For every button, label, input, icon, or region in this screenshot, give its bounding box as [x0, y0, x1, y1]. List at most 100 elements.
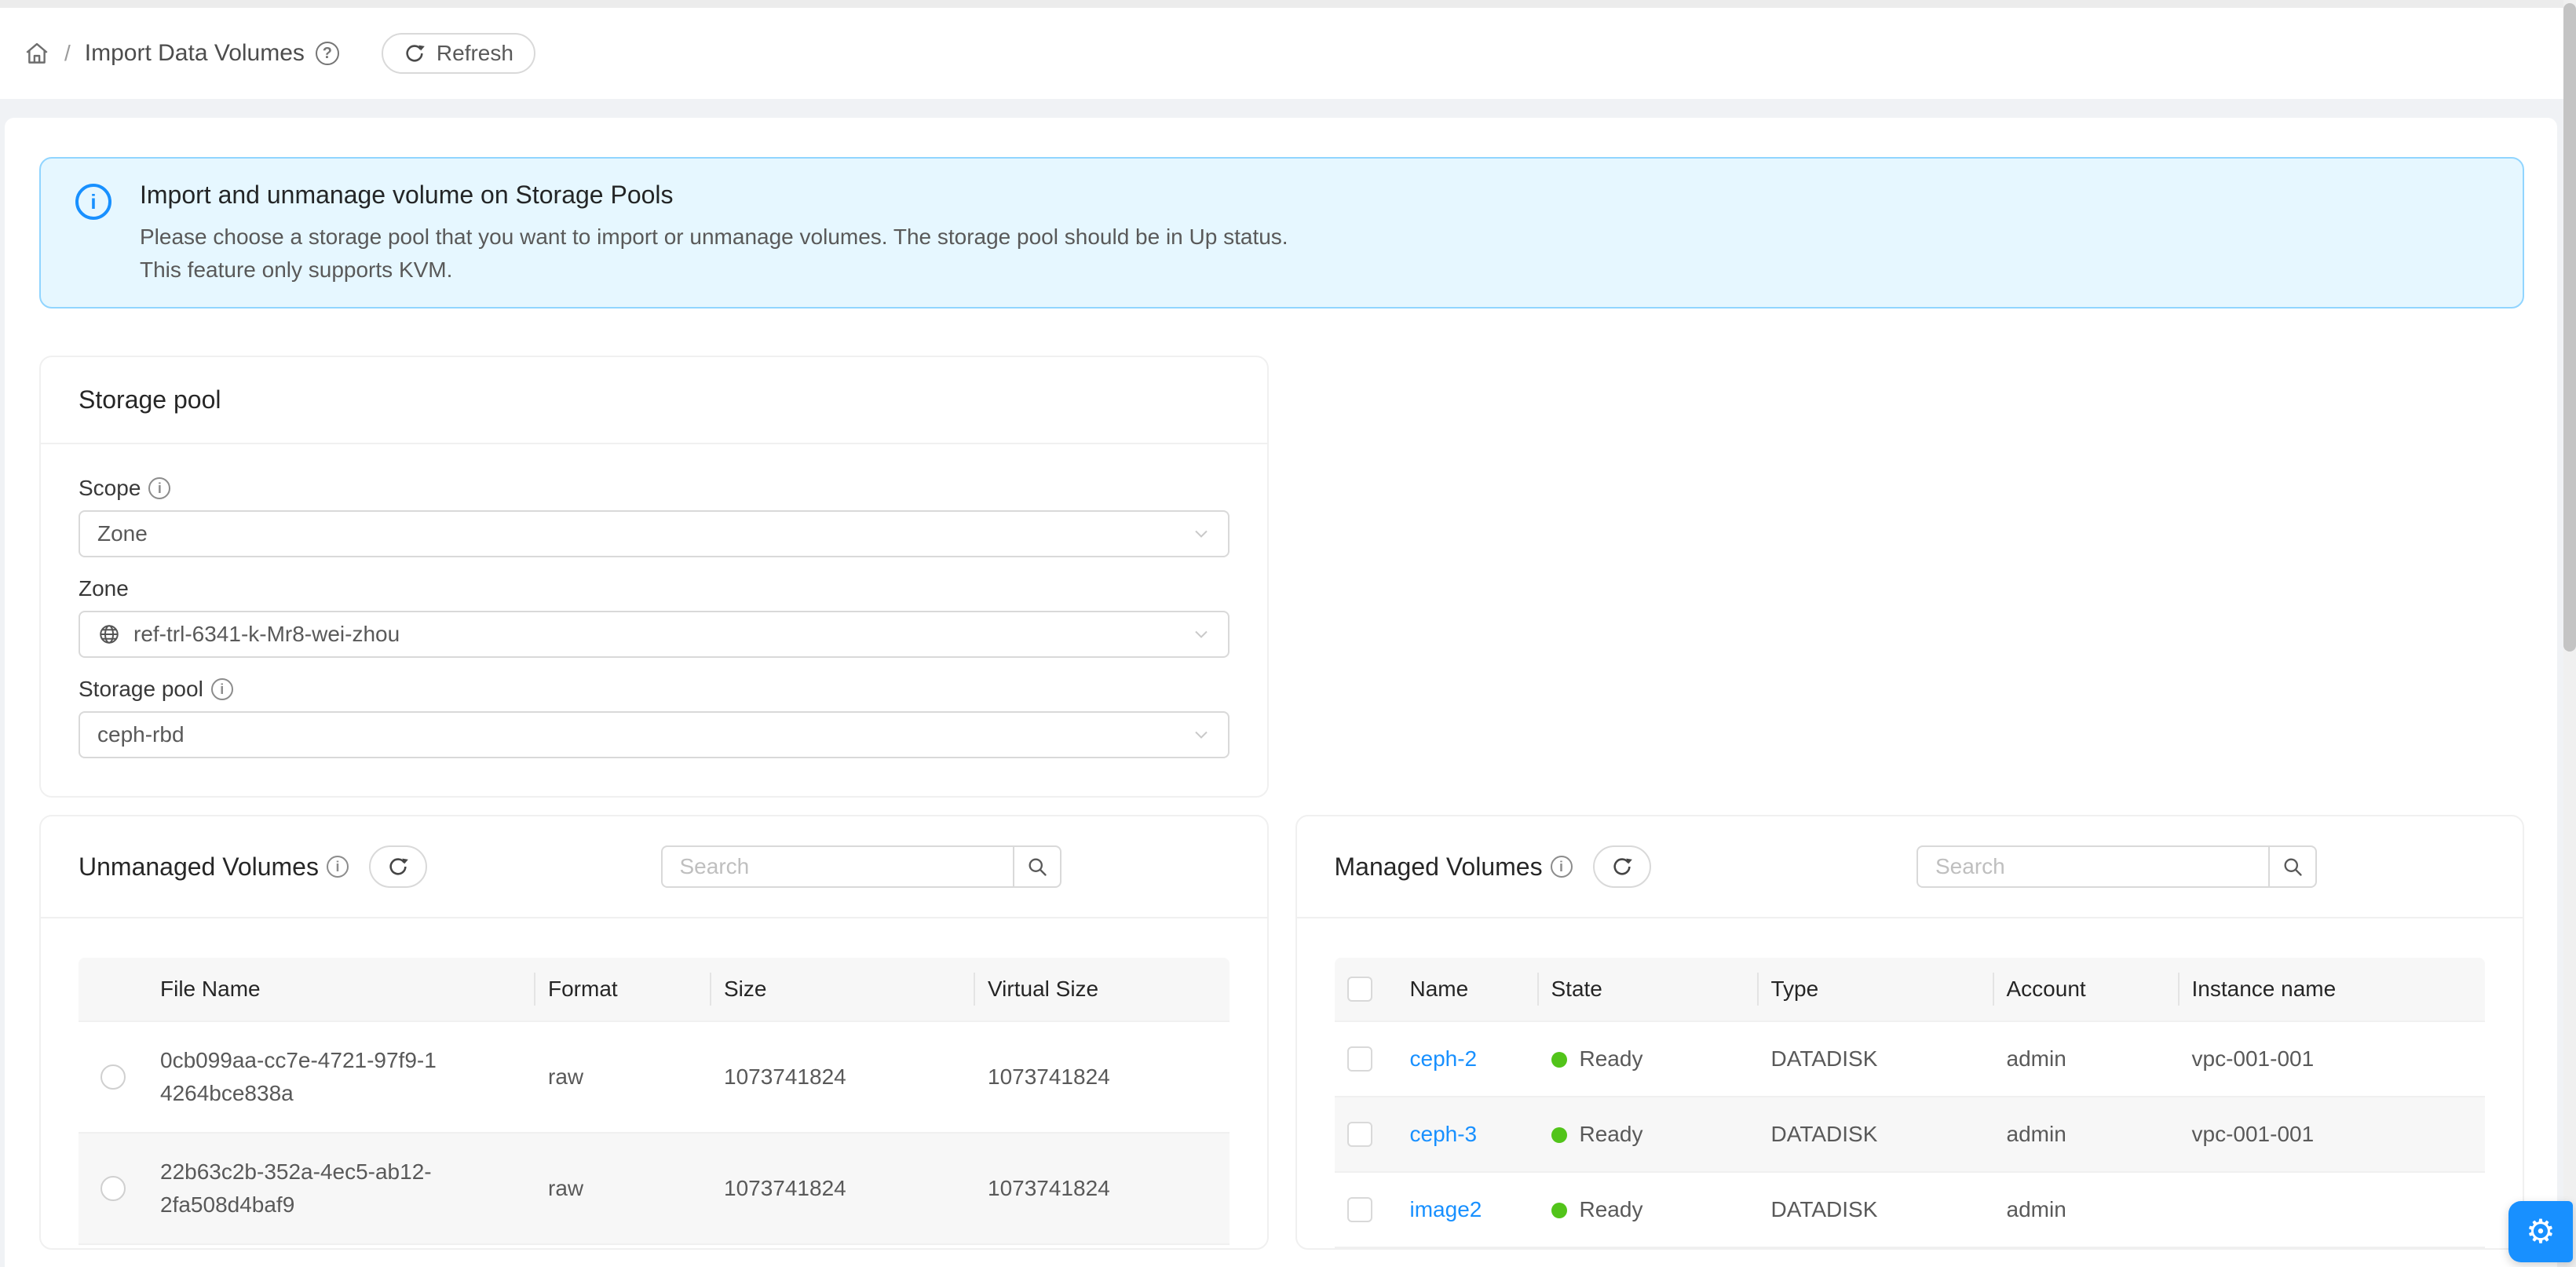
- managed-search: [1916, 845, 2317, 888]
- unmanaged-panel-body: File Name Format Size Virtual Size 0cb09…: [41, 918, 1267, 1245]
- row-radio[interactable]: [100, 1064, 126, 1090]
- row-checkbox[interactable]: [1347, 1046, 1372, 1072]
- column-header-format: Format: [535, 958, 711, 1021]
- page: / Import Data Volumes ? Refresh i Import…: [0, 0, 2576, 1267]
- pool-label: Storage pool: [79, 677, 203, 702]
- scrollbar[interactable]: [2563, 0, 2576, 1267]
- column-header-state: State: [1539, 958, 1759, 1021]
- table-row: image2 Ready DATADISK admin: [1335, 1172, 2486, 1247]
- volume-name-link[interactable]: ceph-2: [1410, 1046, 1478, 1071]
- reload-icon: [404, 42, 426, 64]
- virtual-size-cell: 1073741824: [975, 1021, 1230, 1133]
- pool-info-icon[interactable]: i: [211, 678, 233, 700]
- unmanaged-volumes-panel: Unmanaged Volumes i: [39, 815, 1269, 1250]
- gear-icon: ⚙︎: [2526, 1215, 2556, 1248]
- status-dot: [1551, 1052, 1567, 1068]
- row-checkbox[interactable]: [1347, 1197, 1372, 1222]
- scope-label: Scope: [79, 476, 141, 501]
- home-icon[interactable]: [24, 40, 50, 67]
- top-strip: [0, 0, 2576, 8]
- help-icon[interactable]: ?: [316, 42, 339, 65]
- scrollbar-thumb[interactable]: [2563, 3, 2576, 652]
- storage-pool-card-body: Scope i Zone Zone: [41, 444, 1267, 796]
- volume-name-link[interactable]: image2: [1410, 1197, 1482, 1221]
- zone-field-label: Zone: [79, 576, 1230, 601]
- refresh-button[interactable]: Refresh: [382, 33, 535, 74]
- unmanaged-refresh-button[interactable]: [369, 845, 427, 888]
- unmanaged-table-header-row: File Name Format Size Virtual Size: [79, 958, 1230, 1021]
- managed-volumes-panel: Managed Volumes i: [1295, 815, 2525, 1250]
- row-radio[interactable]: [100, 1176, 126, 1201]
- reload-icon: [1611, 856, 1633, 878]
- unmanaged-table: File Name Format Size Virtual Size 0cb09…: [79, 958, 1230, 1245]
- breadcrumb-title: Import Data Volumes: [85, 40, 305, 67]
- storage-pool-select-value: ceph-rbd: [97, 722, 1192, 747]
- status-dot: [1551, 1203, 1567, 1218]
- reload-icon: [387, 856, 409, 878]
- table-row: ceph-3 Ready DATADISK admin vpc-001-001: [1335, 1097, 2486, 1172]
- settings-fab-button[interactable]: ⚙︎: [2508, 1201, 2573, 1262]
- account-cell: admin: [1994, 1172, 2180, 1247]
- column-header-size: Size: [711, 958, 975, 1021]
- select-all-checkbox[interactable]: [1347, 977, 1372, 1002]
- scope-select-value: Zone: [97, 521, 1192, 546]
- account-cell: admin: [1994, 1021, 2180, 1097]
- chevron-down-icon: [1192, 725, 1211, 744]
- column-header-account: Account: [1994, 958, 2180, 1021]
- instance-name-cell: vpc-001-001: [2180, 1021, 2486, 1097]
- unmanaged-search-button[interactable]: [1013, 845, 1061, 888]
- table-row: 0cb099aa-cc7e-4721-97f9-14264bce838a raw…: [79, 1021, 1230, 1133]
- unmanaged-info-icon[interactable]: i: [327, 856, 349, 878]
- select-all-column-header: [1335, 958, 1398, 1021]
- search-icon: [1026, 856, 1048, 878]
- managed-info-icon[interactable]: i: [1551, 856, 1573, 878]
- zone-label: Zone: [79, 576, 129, 601]
- scope-info-icon[interactable]: i: [148, 477, 170, 499]
- type-cell: DATADISK: [1759, 1172, 1994, 1247]
- scope-select[interactable]: Zone: [79, 510, 1230, 557]
- info-circle-icon: i: [75, 184, 111, 220]
- unmanaged-search: [661, 845, 1061, 888]
- type-cell: DATADISK: [1759, 1097, 1994, 1172]
- info-alert: i Import and unmanage volume on Storage …: [39, 157, 2524, 309]
- size-cell: 1073741824: [711, 1021, 975, 1133]
- unmanaged-panel-title: Unmanaged Volumes: [79, 853, 319, 882]
- unmanaged-panel-header: Unmanaged Volumes i: [41, 816, 1267, 918]
- header-bar: / Import Data Volumes ? Refresh: [0, 8, 2576, 99]
- storage-pool-card: Storage pool Scope i Zone Zone: [39, 356, 1269, 798]
- alert-description-line2: This feature only supports KVM.: [140, 254, 2491, 287]
- instance-name-cell: [2180, 1172, 2486, 1247]
- globe-icon: [97, 623, 121, 646]
- status-dot: [1551, 1127, 1567, 1143]
- unmanaged-search-input[interactable]: [661, 845, 1013, 888]
- content-grid: Storage pool Scope i Zone Zone: [39, 356, 2524, 1250]
- state-cell: Ready: [1580, 1046, 1643, 1071]
- chevron-down-icon: [1192, 625, 1211, 644]
- file-name-cell: 22b63c2b-352a-4ec5-ab12-2fa508d4baf9: [160, 1156, 437, 1221]
- zone-select[interactable]: ref-trl-6341-k-Mr8-wei-zhou: [79, 611, 1230, 658]
- managed-search-input[interactable]: [1916, 845, 2268, 888]
- managed-panel-title: Managed Volumes: [1335, 853, 1543, 882]
- managed-table-header-row: Name State Type Account Instance name: [1335, 958, 2486, 1021]
- managed-panel-header: Managed Volumes i: [1297, 816, 2523, 918]
- virtual-size-cell: 1073741824: [975, 1133, 1230, 1244]
- pool-field-label: Storage pool i: [79, 677, 1230, 702]
- alert-title: Import and unmanage volume on Storage Po…: [140, 181, 2491, 210]
- state-cell: Ready: [1580, 1197, 1643, 1221]
- breadcrumb-separator: /: [64, 41, 71, 66]
- search-icon: [2282, 856, 2304, 878]
- column-header-file-name: File Name: [148, 958, 535, 1021]
- managed-refresh-button[interactable]: [1593, 845, 1651, 888]
- format-cell: raw: [535, 1021, 711, 1133]
- storage-pool-card-title: Storage pool: [41, 357, 1267, 444]
- volume-name-link[interactable]: ceph-3: [1410, 1122, 1478, 1146]
- row-checkbox[interactable]: [1347, 1122, 1372, 1147]
- storage-pool-select[interactable]: ceph-rbd: [79, 711, 1230, 758]
- refresh-label: Refresh: [437, 41, 513, 66]
- type-cell: DATADISK: [1759, 1021, 1994, 1097]
- column-header-name: Name: [1398, 958, 1539, 1021]
- account-cell: admin: [1994, 1097, 2180, 1172]
- managed-search-button[interactable]: [2268, 845, 2317, 888]
- table-row: 22b63c2b-352a-4ec5-ab12-2fa508d4baf9 raw…: [79, 1133, 1230, 1244]
- managed-table: Name State Type Account Instance name ce…: [1335, 958, 2486, 1248]
